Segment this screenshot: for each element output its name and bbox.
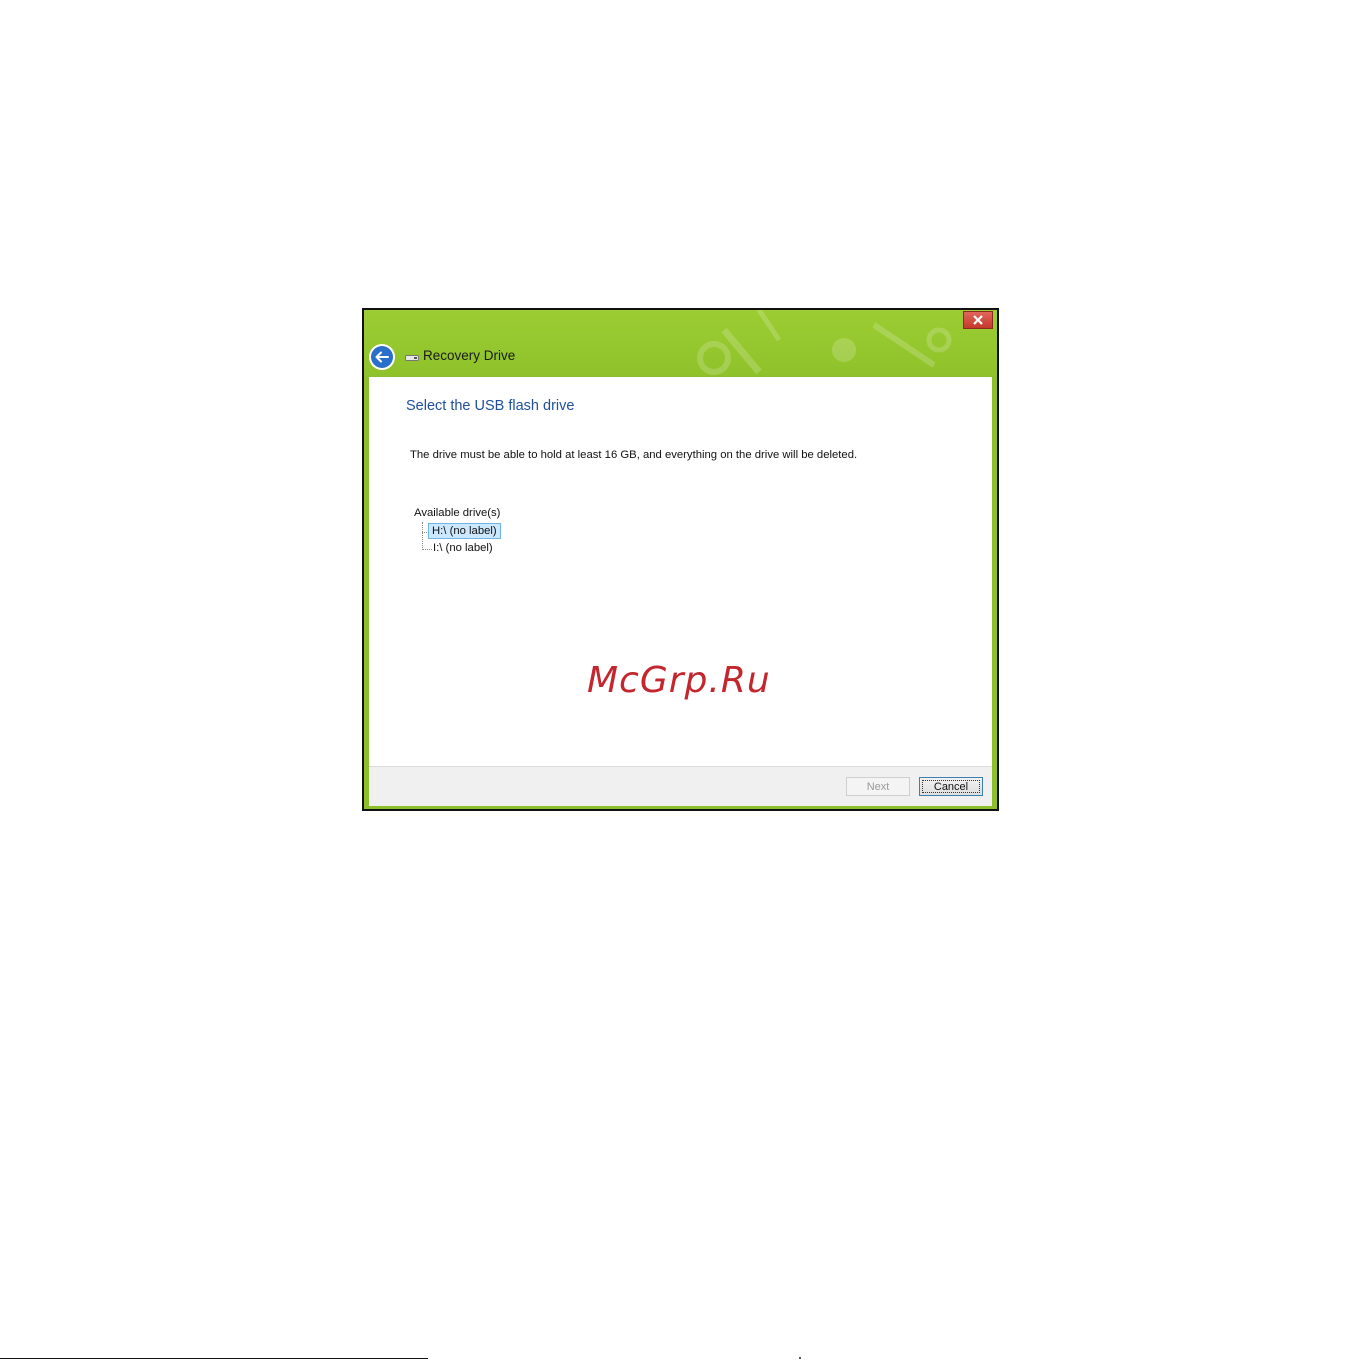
watermark-text: McGrp.Ru: [587, 660, 771, 701]
back-arrow-icon: [371, 346, 393, 368]
cancel-button[interactable]: Cancel: [919, 777, 983, 796]
window-title: Recovery Drive: [423, 348, 516, 363]
drive-item-h[interactable]: H:\ (no label): [428, 523, 501, 539]
close-icon: [973, 315, 983, 325]
wizard-footer: Next Cancel: [369, 766, 992, 806]
page-description: The drive must be able to hold at least …: [410, 449, 858, 461]
wizard-content: Select the USB flash drive The drive mus…: [369, 377, 992, 766]
drive-item-i[interactable]: I:\ (no label): [430, 541, 496, 555]
recovery-drive-window: Recovery Drive Select the USB flash driv…: [362, 308, 999, 811]
tree-connector: [422, 522, 423, 548]
next-button[interactable]: Next: [846, 777, 910, 796]
title-bar-decoration: [697, 310, 952, 375]
back-button[interactable]: [369, 344, 395, 370]
available-drives-label: Available drive(s): [414, 507, 501, 519]
page-footer-rule: [0, 1358, 428, 1359]
close-button[interactable]: [963, 311, 993, 329]
page-heading: Select the USB flash drive: [406, 398, 575, 414]
page-footer-mark: [799, 1357, 801, 1359]
drive-icon: [405, 355, 419, 361]
